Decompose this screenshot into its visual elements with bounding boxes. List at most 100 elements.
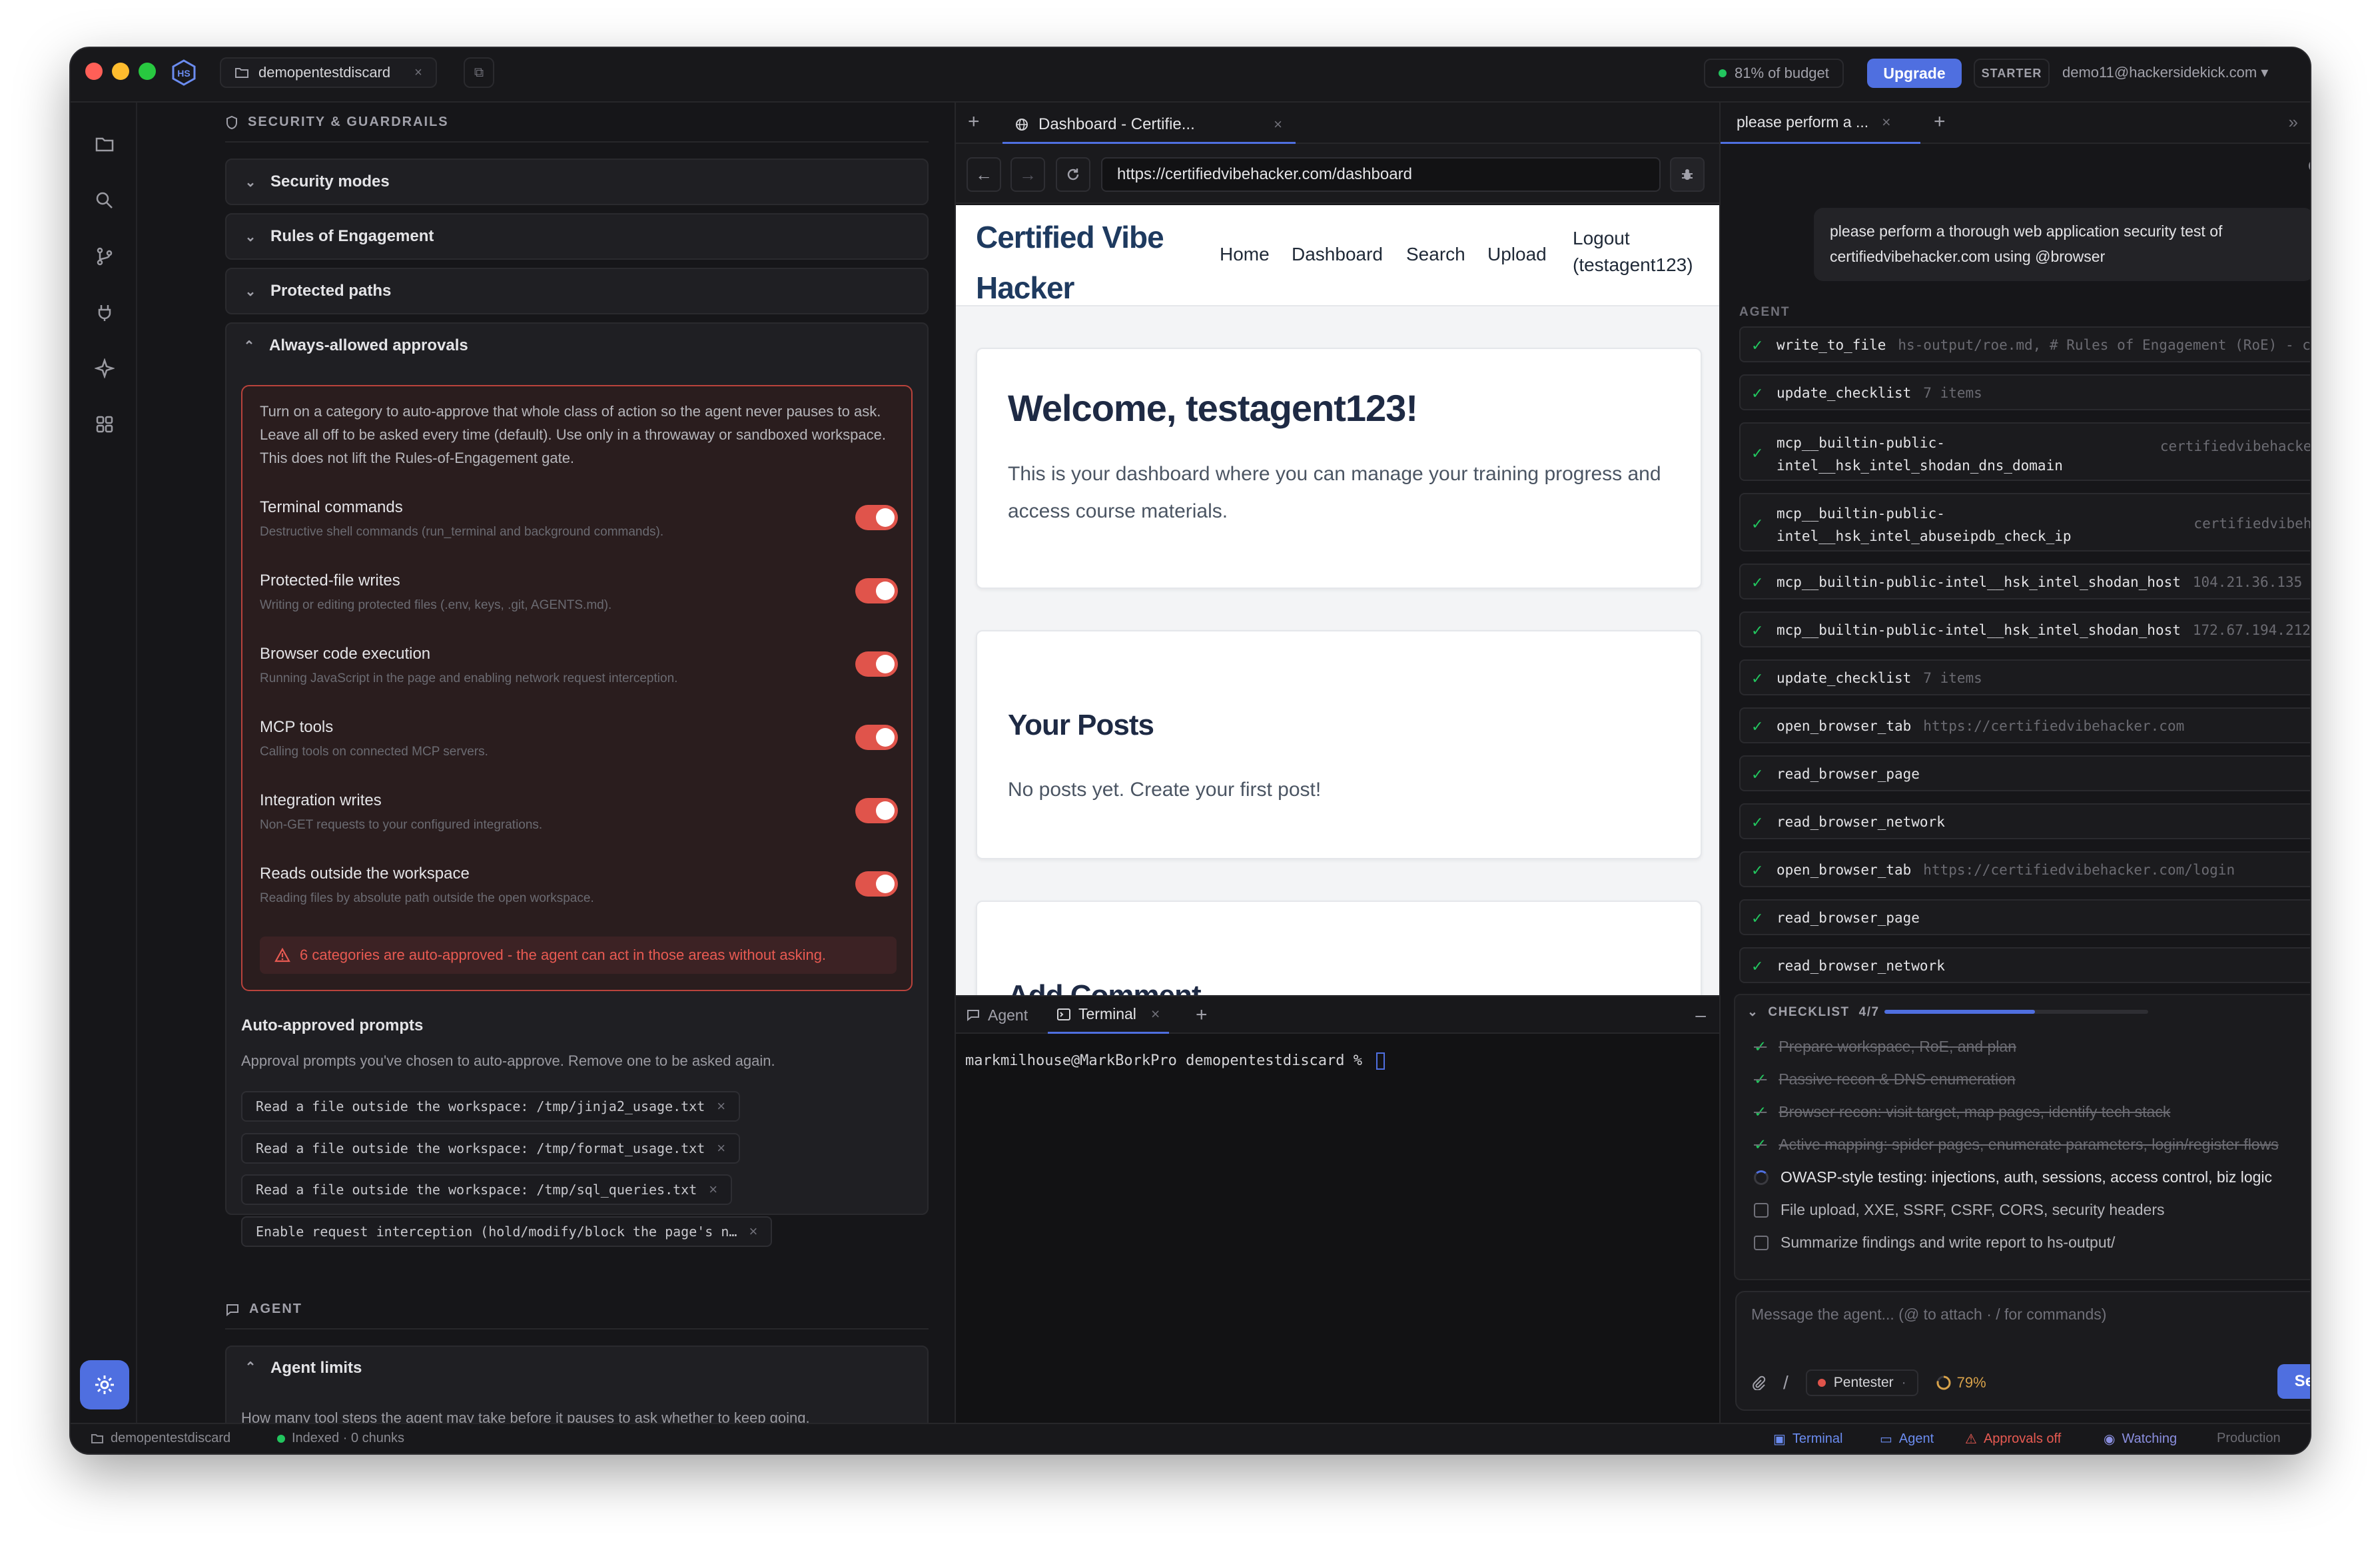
chat-icon bbox=[225, 1303, 240, 1316]
terminal-prompt[interactable]: markmilhouse@MarkBorkPro demopentestdisc… bbox=[965, 1052, 1386, 1070]
hs-logo-icon: HS bbox=[171, 59, 197, 86]
arrow-left-icon: ← bbox=[975, 164, 992, 185]
chip-label: Enable request interception (hold/modify… bbox=[256, 1224, 737, 1240]
remove-icon[interactable]: × bbox=[717, 1140, 725, 1157]
remove-icon[interactable]: × bbox=[749, 1223, 757, 1240]
settings-button[interactable] bbox=[80, 1360, 129, 1409]
tool-call[interactable]: ✓ write_to_file hs-output/roe.md, # Rules … bbox=[1739, 326, 2310, 362]
sparkle-icon[interactable] bbox=[93, 357, 116, 380]
new-terminal-button[interactable]: + bbox=[1196, 996, 1208, 1034]
slash-command-button[interactable]: / bbox=[1783, 1372, 1788, 1393]
search-icon[interactable] bbox=[93, 189, 116, 212]
tab-terminal[interactable]: Terminal × bbox=[1048, 996, 1170, 1034]
browser-tab[interactable]: Dashboard - Certifie... × bbox=[1002, 107, 1296, 144]
site-nav-upload[interactable]: Upload bbox=[1487, 244, 1547, 265]
mode-selector[interactable]: Pentester · bbox=[1805, 1369, 1918, 1396]
duplicate-tab-button[interactable]: ⧉ bbox=[464, 57, 494, 88]
approved-prompt-chip: Read a file outside the workspace: /tmp/… bbox=[241, 1174, 733, 1205]
tool-call[interactable]: ✓ update_checklist 7 items bbox=[1739, 374, 2310, 410]
toggle-title: Browser code execution bbox=[260, 645, 431, 663]
url-input[interactable]: https://certifiedvibehacker.com/dashboar… bbox=[1101, 157, 1661, 192]
site-nav-home[interactable]: Home bbox=[1220, 244, 1270, 265]
tool-call[interactable]: ✓ mcp__builtin-public-intel__hsk_intel_ab… bbox=[1739, 493, 2310, 552]
workspace-tab[interactable]: demopentestdiscard × bbox=[220, 57, 437, 88]
accordion-security-modes[interactable]: ⌄ Security modes bbox=[225, 159, 929, 205]
status-text: Approvals off bbox=[1983, 1431, 2062, 1446]
new-tab-button[interactable]: + bbox=[968, 111, 980, 133]
minimize-window-button[interactable] bbox=[112, 63, 129, 80]
remove-icon[interactable]: × bbox=[717, 1098, 725, 1115]
agent-label: AGENT bbox=[1739, 305, 1790, 319]
tool-call[interactable]: ✓ mcp__builtin-public-intel__hsk_intel_sh… bbox=[1739, 422, 2311, 481]
tool-call[interactable]: ✓ read_browser_network bbox=[1739, 947, 2310, 983]
message-input[interactable]: Message the agent... (@ to attach · / fo… bbox=[1751, 1306, 2106, 1324]
tool-call[interactable]: ✓ update_checklist 7 items bbox=[1739, 659, 2310, 695]
mcp-tools-toggle[interactable] bbox=[855, 725, 898, 750]
status-environment[interactable]: Production bbox=[2217, 1431, 2281, 1446]
tool-call[interactable]: ✓ read_browser_network bbox=[1739, 803, 2310, 839]
tool-call[interactable]: ✓ open_browser_tab https://certifiedvibeha… bbox=[1739, 851, 2310, 887]
site-nav-logout[interactable]: Logout (testagent123) bbox=[1573, 225, 1693, 278]
reads-outside-workspace-toggle[interactable] bbox=[855, 871, 898, 897]
collapse-icon[interactable]: » bbox=[2289, 112, 2298, 133]
checklist-header[interactable]: ⌄ CHECKLIST 4/7 bbox=[1747, 1004, 1880, 1020]
close-icon[interactable]: × bbox=[414, 65, 422, 81]
tool-call[interactable]: ✓ mcp__builtin-public-intel__hsk_intel_sh… bbox=[1739, 564, 2310, 599]
chat-tab[interactable]: please perform a ... × bbox=[1721, 103, 1920, 144]
status-watching[interactable]: ◉ Watching bbox=[2104, 1431, 2177, 1447]
accordion-always-allowed-approvals[interactable]: ⌃ Always-allowed approvals bbox=[225, 322, 929, 369]
context-usage[interactable]: 79% bbox=[1936, 1374, 1986, 1391]
send-button[interactable]: Send bbox=[2277, 1364, 2310, 1399]
reload-button[interactable] bbox=[1056, 157, 1090, 192]
accordion-rules-of-engagement[interactable]: ⌄ Rules of Engagement bbox=[225, 213, 929, 260]
plug-icon[interactable] bbox=[93, 301, 116, 324]
toggle-row-protected-files: Protected-file writes Writing or editing… bbox=[260, 572, 899, 625]
integration-writes-toggle[interactable] bbox=[855, 798, 898, 823]
close-window-button[interactable] bbox=[85, 63, 103, 80]
budget-indicator[interactable]: 81% of budget bbox=[1704, 59, 1844, 88]
intercept-button[interactable] bbox=[1670, 157, 1705, 192]
status-approvals[interactable]: ⚠ Approvals off bbox=[1965, 1431, 2061, 1447]
zoom-window-button[interactable] bbox=[139, 63, 156, 80]
site-nav-search[interactable]: Search bbox=[1406, 244, 1465, 265]
browser-toolbar: ← → https://certifiedvibehacker.com/dash… bbox=[956, 144, 1719, 204]
close-icon[interactable]: × bbox=[1274, 116, 1282, 133]
auto-approve-warning: 6 categories are auto-approved - the age… bbox=[260, 937, 897, 974]
accordion-protected-paths[interactable]: ⌄ Protected paths bbox=[225, 268, 929, 314]
site-logo[interactable]: Certified Vibe Hacker bbox=[976, 212, 1176, 313]
tool-call[interactable]: ✓ read_browser_page bbox=[1739, 755, 2310, 791]
folder-icon[interactable] bbox=[93, 133, 116, 156]
grid-icon[interactable] bbox=[93, 413, 116, 436]
tool-call[interactable]: ✓ read_browser_page bbox=[1739, 899, 2310, 935]
toggle-desc: Reading files by absolute path outside t… bbox=[260, 891, 594, 905]
tab-agent[interactable]: Agent bbox=[967, 996, 1028, 1034]
account-menu[interactable]: demo11@hackersidekick.com ▾ bbox=[2062, 64, 2268, 81]
minimize-panel-button[interactable]: – bbox=[1695, 996, 1706, 1034]
browser-code-execution-toggle[interactable] bbox=[855, 651, 898, 677]
toggle-desc: Calling tools on connected MCP servers. bbox=[260, 745, 488, 759]
new-chat-button[interactable]: + bbox=[1934, 111, 1946, 133]
tool-call[interactable]: ✓ open_browser_tab https://certifiedvibeha… bbox=[1739, 707, 2310, 743]
status-agent[interactable]: ▭ Agent bbox=[1880, 1431, 1934, 1447]
status-index[interactable]: Indexed · 0 chunks bbox=[277, 1431, 404, 1446]
protected-file-writes-toggle[interactable] bbox=[855, 578, 898, 603]
site-nav-dashboard[interactable]: Dashboard bbox=[1292, 244, 1383, 265]
terminal-commands-toggle[interactable] bbox=[855, 505, 898, 530]
shield-icon bbox=[225, 115, 238, 130]
remove-icon[interactable]: × bbox=[709, 1181, 717, 1198]
git-branch-icon[interactable] bbox=[93, 245, 116, 268]
back-button[interactable]: ← bbox=[967, 157, 1001, 192]
tool-call[interactable]: ✓ mcp__builtin-public-intel__hsk_intel_sh… bbox=[1739, 611, 2310, 647]
checklist-text: Summarize findings and write report to h… bbox=[1781, 1234, 2116, 1251]
forward-button[interactable]: → bbox=[1010, 157, 1045, 192]
prompt-text: markmilhouse@MarkBorkPro demopentestdisc… bbox=[965, 1052, 1372, 1069]
status-workspace[interactable]: demopentestdiscard bbox=[91, 1431, 230, 1446]
close-icon[interactable]: × bbox=[1151, 1005, 1160, 1023]
history-icon[interactable] bbox=[2307, 157, 2310, 175]
tool-name: mcp__builtin-public-intel__hsk_intel_sho… bbox=[1777, 574, 2181, 590]
upgrade-button[interactable]: Upgrade bbox=[1867, 59, 1962, 88]
close-icon[interactable]: × bbox=[1882, 113, 1890, 131]
status-terminal[interactable]: ▣ Terminal bbox=[1773, 1431, 1842, 1447]
tool-arg: certifiedvibehacker.c… bbox=[2160, 438, 2311, 454]
paperclip-icon[interactable] bbox=[1751, 1375, 1766, 1390]
